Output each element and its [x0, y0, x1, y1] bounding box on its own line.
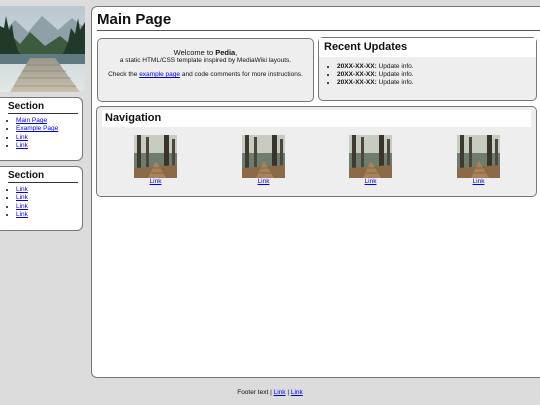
sidebar-section-2: Section Link Link Link Link	[0, 166, 83, 231]
example-page-link[interactable]: example page	[139, 71, 180, 78]
updates-list: 20XX-XX-XX: Update info. 20XX-XX-XX: Upd…	[319, 63, 536, 86]
sidebar-list-item: Link	[16, 134, 78, 142]
sidebar-section-title: Section	[8, 170, 78, 183]
sidebar-list-item: Link	[16, 203, 78, 211]
update-date: 20XX-XX-XX:	[337, 63, 377, 70]
nav-link[interactable]: Link	[150, 178, 162, 185]
update-date: 20XX-XX-XX:	[337, 70, 377, 78]
sidebar-link-list: Link Link Link Link	[8, 186, 78, 220]
page-title: Main Page	[97, 11, 540, 31]
sidebar-link[interactable]: Link	[16, 203, 28, 210]
forest-photo-thumbnail	[349, 135, 392, 178]
sidebar-list-item: Link	[16, 186, 78, 194]
welcome-panel: Welcome to Pedia, a static HTML/CSS temp…	[97, 38, 314, 102]
nav-item[interactable]: Link	[349, 135, 392, 185]
nav-link[interactable]: Link	[258, 178, 270, 185]
footer-link-1[interactable]: Link	[274, 389, 286, 396]
recent-updates-title: Recent Updates	[319, 38, 536, 57]
nav-item[interactable]: Link	[134, 135, 177, 185]
nav-item[interactable]: Link	[242, 135, 285, 185]
sidebar-link-main-page[interactable]: Main Page	[16, 117, 47, 124]
sidebar-link[interactable]: Link	[16, 194, 28, 201]
navigation-title: Navigation	[102, 110, 531, 127]
navigation-panel: Navigation Link Link Link Link	[96, 106, 537, 197]
instructions-prefix: Check the	[108, 71, 140, 78]
site-name: Pedia	[215, 48, 236, 57]
sidebar-list-item: Example Page	[16, 125, 78, 133]
forest-photo-thumbnail	[134, 135, 177, 178]
sidebar-list-item: Main Page	[16, 117, 78, 125]
footer: Footer text | Link | Link	[0, 389, 540, 396]
site-logo[interactable]	[0, 6, 85, 92]
sidebar-link[interactable]: Link	[16, 134, 28, 141]
sidebar-list-item: Link	[16, 194, 78, 202]
footer-text: Footer text |	[237, 389, 274, 396]
footer-link-2[interactable]: Link	[291, 389, 303, 396]
nav-link[interactable]: Link	[473, 178, 485, 185]
sidebar-list-item: Link	[16, 142, 78, 150]
welcome-line-3: Check the example page and code comments…	[98, 71, 313, 79]
update-item: 20XX-XX-XX: Update info.	[337, 71, 536, 79]
sidebar-section-1: Section Main Page Example Page Link Link	[0, 97, 83, 161]
sidebar-section-title: Section	[8, 101, 78, 114]
welcome-suffix: ,	[235, 48, 238, 57]
update-item: 20XX-XX-XX: Update info.	[337, 79, 536, 87]
instructions-suffix: and code comments for more instructions.	[180, 71, 303, 78]
sidebar-link-example-page[interactable]: Example Page	[16, 125, 58, 132]
welcome-line-1: Welcome to Pedia,	[98, 49, 313, 57]
sidebar-list-item: Link	[16, 211, 78, 219]
welcome-line-2: a static HTML/CSS template inspired by M…	[119, 57, 292, 64]
landscape-logo-image	[0, 6, 85, 92]
forest-photo-thumbnail	[457, 135, 500, 178]
update-text: Update info.	[376, 78, 414, 86]
sidebar-link[interactable]: Link	[16, 142, 28, 149]
main-content: Main Page Welcome to Pedia, a static HTM…	[91, 6, 540, 378]
sidebar-link[interactable]: Link	[16, 186, 28, 193]
sidebar-link[interactable]: Link	[16, 211, 28, 218]
sidebar-link-list: Main Page Example Page Link Link	[8, 117, 78, 151]
welcome-prefix: Welcome to	[173, 48, 216, 57]
nav-link[interactable]: Link	[365, 178, 377, 185]
recent-updates-panel: Recent Updates 20XX-XX-XX: Update info. …	[318, 37, 537, 101]
update-text: Update info.	[376, 70, 414, 78]
update-text: Update info.	[376, 63, 414, 70]
nav-item[interactable]: Link	[457, 135, 500, 185]
update-date: 20XX-XX-XX:	[337, 78, 377, 86]
update-item: 20XX-XX-XX: Update info.	[337, 63, 536, 71]
forest-photo-thumbnail	[242, 135, 285, 178]
